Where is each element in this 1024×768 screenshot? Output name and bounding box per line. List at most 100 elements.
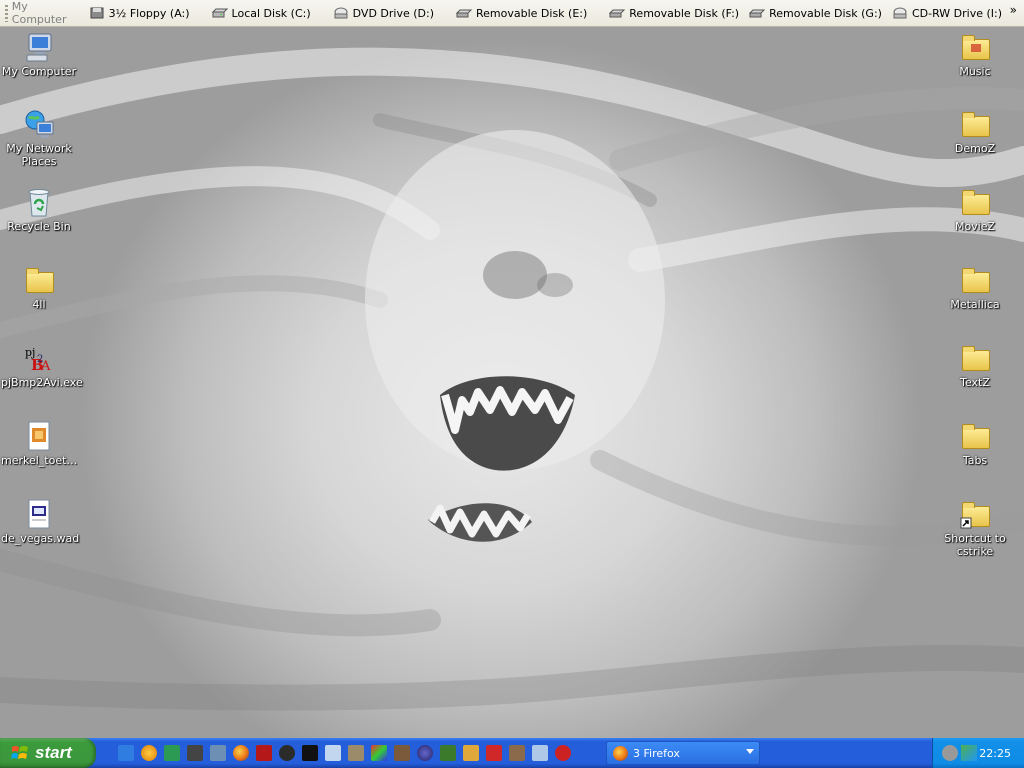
- ts-icon[interactable]: [210, 745, 226, 761]
- cdrw-drive-icon: [892, 7, 908, 19]
- desktop-icon-label: Recycle Bin: [7, 220, 71, 233]
- firefox-icon[interactable]: [233, 745, 249, 761]
- drive-removable-e[interactable]: Removable Disk (E:): [455, 6, 588, 20]
- clock[interactable]: 22:25: [979, 747, 1011, 760]
- desktop-icon-label: Tabs: [962, 454, 988, 467]
- drive-dvd-d[interactable]: DVD Drive (D:): [333, 7, 434, 20]
- folder-icon: [959, 342, 991, 374]
- game-icon[interactable]: [256, 745, 272, 761]
- toolbar-title: My Computer: [11, 0, 67, 26]
- drive-label: DVD Drive (D:): [352, 6, 434, 20]
- drive-local-c[interactable]: Local Disk (C:): [211, 6, 311, 20]
- pjbmp2avi-icon: pj B A 2: [23, 342, 55, 374]
- drive-label: Removable Disk (E:): [476, 6, 588, 20]
- drive-label: Removable Disk (F:): [629, 6, 740, 20]
- taskbar: start 3 Firefox 22:25: [0, 738, 1024, 768]
- folder-icon: [959, 264, 991, 296]
- desktop-icon-4ll[interactable]: 4ll: [1, 264, 77, 311]
- desktop-icon-label: MovieZ: [954, 220, 996, 233]
- desktop-icon-de-vegas[interactable]: de_vegas.wad: [1, 498, 80, 545]
- drive-floppy-a[interactable]: 3½ Floppy (A:): [89, 7, 190, 20]
- dvd-drive-icon: [333, 7, 349, 19]
- desktop-icon-label: TextZ: [960, 376, 990, 389]
- task-button-label: 3 Firefox: [633, 746, 680, 760]
- svg-text:2: 2: [37, 354, 43, 365]
- folder-tool-icon[interactable]: [509, 745, 525, 761]
- hard-disk-icon: [211, 7, 228, 19]
- my-computer-icon: [23, 31, 55, 63]
- drive-removable-f[interactable]: Removable Disk (F:): [609, 7, 739, 20]
- firefox-icon: [613, 745, 628, 761]
- floppy-drive-icon: [89, 7, 105, 19]
- tray-network-icon[interactable]: [961, 745, 977, 761]
- toolbar-grip[interactable]: [5, 4, 8, 22]
- desktop-wallpaper: [0, 0, 1024, 768]
- alien-icon[interactable]: [440, 745, 456, 761]
- console-icon[interactable]: [302, 745, 318, 761]
- desktop-icon-label: 4ll: [32, 298, 46, 311]
- app-icon[interactable]: [532, 745, 548, 761]
- desktop-icon-label: de_vegas.wad: [1, 532, 80, 545]
- start-button[interactable]: start: [0, 738, 96, 768]
- desktop-icon-metallica[interactable]: Metallica: [937, 264, 1013, 311]
- drive-label: Removable Disk (G:): [769, 6, 882, 20]
- tray-speaker-icon[interactable]: [942, 745, 958, 761]
- desktop-icon-label: DemoZ: [954, 142, 996, 155]
- desktop-icon-cstrike-shortcut[interactable]: Shortcut to cstrike: [937, 498, 1013, 558]
- shell-icon[interactable]: [486, 745, 502, 761]
- system-tray: 22:25: [932, 738, 1024, 768]
- desktop-icon-music[interactable]: Music: [937, 31, 1013, 78]
- desktop-icon-label: Metallica: [950, 298, 1000, 311]
- desktop-icon-label: pjBmp2Avi.exe: [1, 376, 83, 389]
- desktop-icon-textz[interactable]: TextZ: [937, 342, 1013, 389]
- desktop-icon-moviez[interactable]: MovieZ: [937, 186, 1013, 233]
- globe-icon[interactable]: [417, 745, 433, 761]
- desktop-icon-label: merkel_toet…: [1, 454, 78, 467]
- lite-icon[interactable]: [164, 745, 180, 761]
- music-folder-icon: [959, 31, 991, 63]
- drive-label: Local Disk (C:): [231, 6, 311, 20]
- folder-icon: [959, 420, 991, 452]
- desktop-icon-demoz[interactable]: DemoZ: [937, 108, 1013, 155]
- removable-disk-icon: [455, 7, 473, 19]
- folder-icon: [959, 108, 991, 140]
- tool-icon[interactable]: [348, 745, 364, 761]
- folder-shortcut-icon: [959, 498, 991, 530]
- desktop-icon-merkel[interactable]: merkel_toet…: [1, 420, 77, 467]
- removable-disk-icon: [609, 7, 626, 19]
- drive-removable-g[interactable]: Removable Disk (G:): [748, 6, 882, 20]
- folder-icon: [23, 264, 55, 296]
- toolbar-overflow-chevron[interactable]: »: [1010, 3, 1017, 17]
- steam-icon[interactable]: [279, 745, 295, 761]
- internet-explorer-icon[interactable]: [118, 745, 134, 761]
- drive-cdrw-i[interactable]: CD-RW Drive (I:): [892, 7, 1002, 20]
- drive-label: 3½ Floppy (A:): [108, 6, 190, 20]
- desktop-icon-label: My Network Places: [6, 142, 72, 168]
- utility-icon[interactable]: [394, 745, 410, 761]
- media-icon[interactable]: [325, 745, 341, 761]
- media-file-icon: [23, 420, 55, 452]
- network-places-icon: [23, 108, 55, 140]
- wad-file-icon: [23, 498, 55, 530]
- drive-label: CD-RW Drive (I:): [911, 6, 1002, 20]
- desktop-icon-my-computer[interactable]: My Computer: [1, 31, 77, 78]
- pencil-icon[interactable]: [463, 745, 479, 761]
- desktop-icon-tabs[interactable]: Tabs: [937, 420, 1013, 467]
- desktop-icon-network-places[interactable]: My Network Places: [1, 108, 77, 168]
- media-player-icon[interactable]: [141, 745, 157, 761]
- desktop-icon-label: My Computer: [1, 65, 77, 78]
- taskbar-button-firefox-group[interactable]: 3 Firefox: [606, 741, 760, 765]
- desktop-icon-recycle-bin[interactable]: Recycle Bin: [1, 186, 77, 233]
- group-dropdown-icon: [746, 749, 754, 754]
- desktop-icon-pjbmp2avi[interactable]: pj B A 2 pjBmp2Avi.exe: [1, 342, 83, 389]
- paint-icon[interactable]: [371, 745, 387, 761]
- desktop-icon-label: Shortcut to cstrike: [944, 532, 1006, 558]
- windows-logo-icon: [11, 744, 29, 762]
- headset-icon[interactable]: [187, 745, 203, 761]
- removable-disk-icon: [748, 7, 766, 19]
- desktop-icon-label: Music: [959, 65, 991, 78]
- recycle-bin-icon: [23, 186, 55, 218]
- wallpaper-art: [0, 47, 1024, 711]
- start-label: start: [35, 743, 72, 762]
- quick-launch-app-icon[interactable]: [555, 745, 571, 761]
